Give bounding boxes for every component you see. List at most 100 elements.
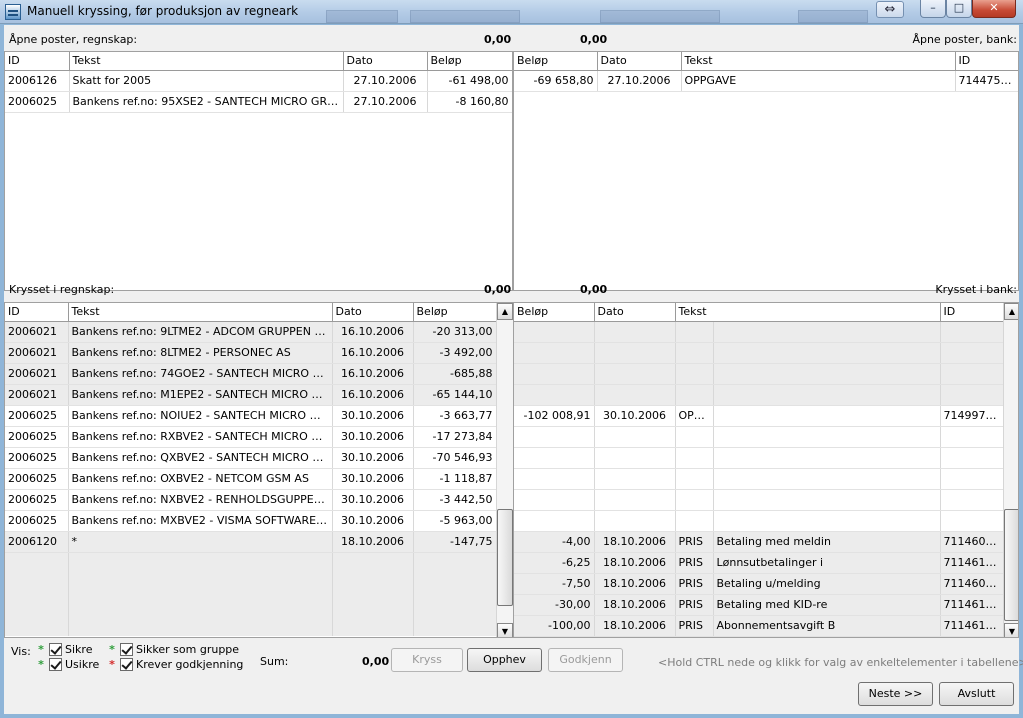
close-button[interactable]: ✕ [972,0,1016,18]
usikre-checkbox[interactable] [49,658,62,671]
title-bar: Manuell kryssing, før produksjon av regn… [0,0,1023,24]
table-row[interactable] [514,426,1004,448]
sikker-som-gruppe-checkbox[interactable] [120,643,133,656]
table-cell [514,510,595,532]
table-row[interactable]: -4,00 18.10.2006 PRIS Betaling med meldin 71… [514,531,1004,553]
table-row[interactable]: -69 658,8027.10.2006OPPGAVE71447570... [514,70,1018,92]
table-row[interactable]: 2006025 Bankens ref.no: OXBVE2 - NETCOM G… [5,468,497,490]
column-header-date[interactable]: Dato [332,303,414,322]
crossed-bank-label: Krysset i bank: [935,283,1017,296]
table-cell [413,552,497,573]
table-row[interactable] [514,321,1004,343]
table-cell [713,468,941,490]
table-cell [68,552,333,573]
table-row[interactable]: 2006025 Bankens ref.no: QXBVE2 - SANTECH … [5,447,497,469]
scroll-down-arrow-icon[interactable]: ▼ [497,623,513,637]
table-cell: -102 008,91 [514,405,595,427]
vertical-scrollbar[interactable]: ▲ ▼ [1003,303,1018,637]
table-row[interactable]: 2006021 Bankens ref.no: 9LTME2 - ADCOM GR… [5,321,497,343]
table-row[interactable]: 2006120 * 18.10.2006 -147,75 [5,531,497,553]
table-row[interactable] [514,468,1004,490]
column-header-id[interactable]: ID [955,52,1018,71]
table-cell: -3 442,50 [413,489,497,511]
column-header-date[interactable]: Dato [343,52,428,71]
table-cell [5,573,69,594]
vertical-scrollbar[interactable]: ▲ ▼ [496,303,513,637]
column-header-id[interactable]: ID [5,303,69,322]
scroll-up-arrow-icon[interactable]: ▲ [1004,303,1018,320]
table-row[interactable] [514,342,1004,364]
opphev-button[interactable]: Opphev [467,648,542,672]
column-header-id[interactable]: ID [5,52,70,71]
godkjenn-button[interactable]: Godkjenn [548,648,623,672]
table-row[interactable] [514,384,1004,406]
table-row[interactable] [514,489,1004,511]
table-cell: OPPGAVE [681,70,956,92]
table-row[interactable]: -7,50 18.10.2006 PRIS Betaling u/melding 711… [514,573,1004,595]
column-header-text[interactable]: Tekst [675,303,941,322]
table-cell: 2006025 [5,426,69,448]
column-header-text[interactable]: Tekst [69,52,344,71]
column-header-date[interactable]: Dato [597,52,682,71]
open-accounting-table[interactable]: ID Tekst Dato Beløp 2006126 Skatt for 200… [4,51,513,291]
legend-usikre[interactable]: * Usikre [36,658,99,671]
table-cell: 18.10.2006 [594,552,676,574]
table-row[interactable]: 2006025 Bankens ref.no: NXBVE2 - RENHOLDS… [5,489,497,511]
table-row[interactable]: 2006021 Bankens ref.no: 8LTME2 - PERSONEC… [5,342,497,364]
scroll-thumb[interactable] [497,509,513,606]
table-cell [675,321,714,343]
column-header-text[interactable]: Tekst [68,303,333,322]
legend-sikker-som-gruppe[interactable]: * Sikker som gruppe [107,643,239,656]
column-header-id[interactable]: ID [940,303,1004,322]
table-cell [713,405,941,427]
table-cell: 18.10.2006 [332,531,414,553]
table-row[interactable] [514,363,1004,385]
column-header-text[interactable]: Tekst [681,52,956,71]
table-cell [514,321,595,343]
open-bank-table[interactable]: Beløp Dato Tekst ID -69 658,80 27.10.2006… [513,51,1019,291]
crossed-accounting-table[interactable]: ID Tekst Dato Beløp 2006021 Bankens ref.n… [4,302,514,638]
kryss-button[interactable]: Kryss [391,648,463,672]
table-row[interactable]: 2006126 Skatt for 2005 27.10.2006 -61 498,0… [5,70,512,92]
sikre-checkbox[interactable] [49,643,62,656]
table-row[interactable]: 2006021 Bankens ref.no: M1EPE2 - SANTECH … [5,384,497,406]
column-header-amount[interactable]: Beløp [514,52,598,71]
legend-label: Usikre [65,658,100,671]
scroll-thumb[interactable] [1004,509,1018,621]
table-row[interactable]: 2006025 Bankens ref.no: MXBVE2 - VISMA SO… [5,510,497,532]
krever-godkjenning-checkbox[interactable] [120,658,133,671]
table-row[interactable] [514,447,1004,469]
table-cell: * [68,531,333,553]
column-header-date[interactable]: Dato [594,303,676,322]
avslutt-button[interactable]: Avslutt [939,682,1014,706]
legend-label: Krever godkjenning [136,658,244,671]
column-header-amount[interactable]: Beløp [514,303,595,322]
legend-krever-godkjenning[interactable]: * Krever godkjenning [107,658,243,671]
table-cell: 18.10.2006 [594,573,676,595]
table-row[interactable]: -30,00 18.10.2006 PRIS Betaling med KID-re 7… [514,594,1004,616]
maximize-button[interactable]: □ [946,0,972,18]
empty-row [5,615,497,636]
column-header-amount[interactable]: Beløp [413,303,497,322]
column-header-amount[interactable]: Beløp [427,52,512,71]
table-row[interactable]: 2006025 Bankens ref.no: RXBVE2 - SANTECH … [5,426,497,448]
table-row[interactable] [514,510,1004,532]
scroll-down-arrow-icon[interactable]: ▼ [1004,623,1018,637]
table-row[interactable]: 2006025 Bankens ref.no: 95XSE2 - SANTECH … [5,91,512,113]
table-cell: 30.10.2006 [332,405,414,427]
table-cell: 16.10.2006 [332,363,414,385]
table-row[interactable]: 2006025 Bankens ref.no: NOIUE2 - SANTECH … [5,405,497,427]
legend-sikre[interactable]: * Sikre [36,643,92,656]
table-cell: Bankens ref.no: NXBVE2 - RENHOLDSGUPPEN … [68,489,333,511]
crossed-bank-table[interactable]: Beløp Dato Tekst ID -102 008,91 30.10.200… [513,302,1019,638]
table-row[interactable]: -102 008,9130.10.2006OPPGAVE 7149970... [514,405,1004,427]
table-row[interactable]: -6,25 18.10.2006 PRIS Lønnsutbetalinger i 71… [514,552,1004,574]
scroll-up-arrow-icon[interactable]: ▲ [497,303,513,320]
minimize-button[interactable]: – [920,0,946,18]
table-row[interactable]: 2006021 Bankens ref.no: 74GOE2 - SANTECH … [5,363,497,385]
neste-button[interactable]: Neste >> [858,682,933,706]
table-cell: 2006025 [5,447,69,469]
table-row[interactable]: -100,00 18.10.2006 PRIS Abonnementsavgift B… [514,615,1004,637]
resize-button[interactable]: ⇔ [876,1,904,18]
window-title: Manuell kryssing, før produksjon av regn… [27,4,299,18]
